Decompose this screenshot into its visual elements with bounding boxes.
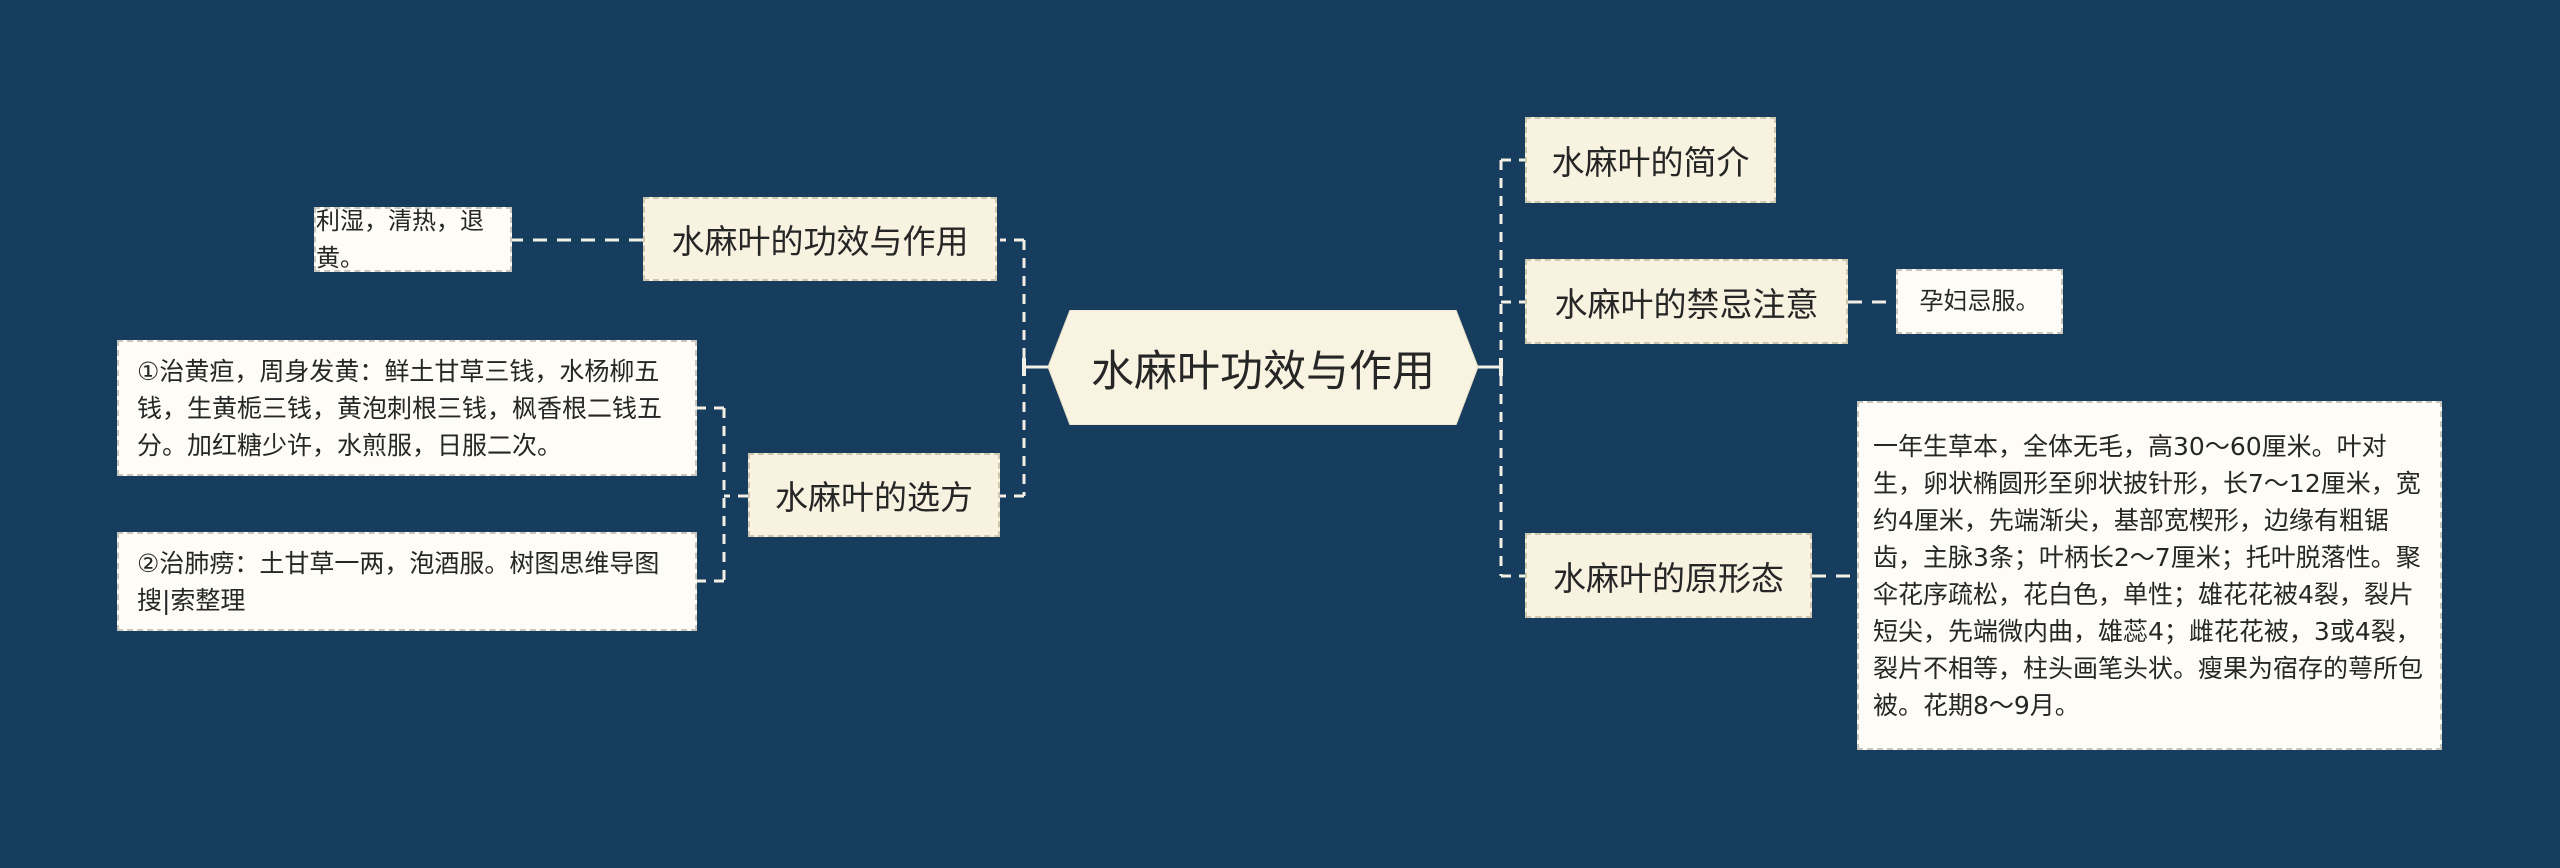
topic-introduction[interactable]: 水麻叶的简介 [1525, 117, 1776, 203]
topic-efficacy-label: 水麻叶的功效与作用 [671, 222, 969, 261]
topic-introduction-label: 水麻叶的简介 [1551, 143, 1750, 182]
leaf-efficacy-detail[interactable]: 利湿，清热，退黄。 [314, 207, 512, 272]
leaf-prescription-1[interactable]: ①治黄疸，周身发黄：鲜土甘草三钱，水杨柳五钱，生黄栀三钱，黄泡刺根三钱，枫香根二… [117, 340, 697, 476]
leaf-contraindication-detail-text: 孕妇忌服。 [1919, 287, 2040, 315]
topic-morphology-label: 水麻叶的原形态 [1553, 558, 1784, 598]
topic-contraindications-label: 水麻叶的禁忌注意 [1554, 284, 1819, 324]
leaf-prescription-2[interactable]: ②治肺痨：土甘草一两，泡酒服。树图思维导图搜|索整理 [117, 532, 697, 631]
topic-morphology[interactable]: 水麻叶的原形态 [1525, 533, 1812, 618]
topic-prescriptions-label: 水麻叶的选方 [775, 478, 973, 517]
topic-prescriptions[interactable]: 水麻叶的选方 [748, 453, 1000, 537]
central-topic-label: 水麻叶功效与作用 [1091, 346, 1435, 397]
leaf-prescription-2-text: ②治肺痨：土甘草一两，泡酒服。树图思维导图搜|索整理 [137, 548, 660, 615]
leaf-morphology-detail-text: 一年生草本，全体无毛，高30～60厘米。叶对生，卵状椭圆形至卵状披针形，长7～1… [1873, 431, 2424, 720]
topic-contraindications[interactable]: 水麻叶的禁忌注意 [1525, 259, 1848, 344]
central-topic[interactable]: 水麻叶功效与作用 [1048, 310, 1478, 425]
topic-efficacy[interactable]: 水麻叶的功效与作用 [643, 197, 997, 281]
leaf-prescription-1-text: ①治黄疸，周身发黄：鲜土甘草三钱，水杨柳五钱，生黄栀三钱，黄泡刺根三钱，枫香根二… [137, 356, 663, 460]
leaf-contraindication-detail[interactable]: 孕妇忌服。 [1896, 269, 2063, 334]
leaf-morphology-detail[interactable]: 一年生草本，全体无毛，高30～60厘米。叶对生，卵状椭圆形至卵状披针形，长7～1… [1857, 401, 2442, 750]
leaf-efficacy-detail-text: 利湿，清热，退黄。 [316, 206, 484, 272]
